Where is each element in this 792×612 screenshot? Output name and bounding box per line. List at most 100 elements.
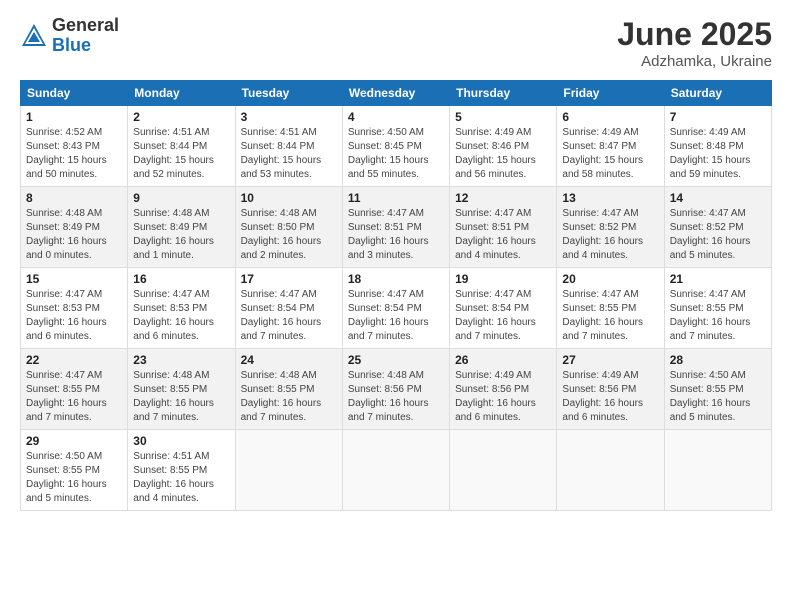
day-number: 12 [455, 191, 551, 205]
day-info: Sunrise: 4:47 AM Sunset: 8:55 PM Dayligh… [562, 288, 658, 344]
day-number: 21 [670, 272, 766, 286]
logo-blue: Blue [52, 36, 119, 56]
day-number: 15 [26, 272, 122, 286]
header-cell-thursday: Thursday [450, 81, 557, 106]
logo: General Blue [20, 16, 119, 56]
calendar-cell: 18 Sunrise: 4:47 AM Sunset: 8:54 PM Dayli… [342, 268, 449, 349]
week-row-5: 29Sunrise: 4:50 AM Sunset: 8:55 PM Dayli… [21, 430, 772, 511]
day-number: 17 [241, 272, 337, 286]
calendar-cell: 28Sunrise: 4:50 AM Sunset: 8:55 PM Dayli… [664, 349, 771, 430]
header-cell-wednesday: Wednesday [342, 81, 449, 106]
day-info: Sunrise: 4:48 AM Sunset: 8:55 PM Dayligh… [133, 369, 229, 425]
day-info: Sunrise: 4:49 AM Sunset: 8:47 PM Dayligh… [562, 126, 658, 182]
day-info: Sunrise: 4:47 AM Sunset: 8:52 PM Dayligh… [562, 207, 658, 263]
day-info: Sunrise: 4:49 AM Sunset: 8:56 PM Dayligh… [455, 369, 551, 425]
day-number: 1 [26, 110, 122, 124]
calendar-cell: 20 Sunrise: 4:47 AM Sunset: 8:55 PM Dayli… [557, 268, 664, 349]
calendar-cell: 19Sunrise: 4:47 AM Sunset: 8:54 PM Dayli… [450, 268, 557, 349]
day-number: 4 [348, 110, 444, 124]
day-number: 16 [133, 272, 229, 286]
day-number: 27 [562, 353, 658, 367]
calendar-cell: 12 Sunrise: 4:47 AM Sunset: 8:51 PM Dayli… [450, 187, 557, 268]
day-info: Sunrise: 4:48 AM Sunset: 8:56 PM Dayligh… [348, 369, 444, 425]
day-number: 13 [562, 191, 658, 205]
day-number: 11 [348, 191, 444, 205]
calendar-cell [342, 430, 449, 511]
calendar-body: 1Sunrise: 4:52 AM Sunset: 8:43 PM Daylig… [21, 106, 772, 511]
calendar-cell: 17 Sunrise: 4:47 AM Sunset: 8:54 PM Dayli… [235, 268, 342, 349]
day-info: Sunrise: 4:47 AM Sunset: 8:54 PM Dayligh… [348, 288, 444, 344]
day-number: 14 [670, 191, 766, 205]
calendar-cell: 6Sunrise: 4:49 AM Sunset: 8:47 PM Daylig… [557, 106, 664, 187]
day-info: Sunrise: 4:47 AM Sunset: 8:51 PM Dayligh… [455, 207, 551, 263]
header-row: SundayMondayTuesdayWednesdayThursdayFrid… [21, 81, 772, 106]
calendar-cell: 8 Sunrise: 4:48 AM Sunset: 8:49 PM Daylig… [21, 187, 128, 268]
week-row-2: 8 Sunrise: 4:48 AM Sunset: 8:49 PM Daylig… [21, 187, 772, 268]
calendar-cell [450, 430, 557, 511]
day-number: 25 [348, 353, 444, 367]
day-number: 29 [26, 434, 122, 448]
calendar-cell: 1Sunrise: 4:52 AM Sunset: 8:43 PM Daylig… [21, 106, 128, 187]
day-info: Sunrise: 4:48 AM Sunset: 8:49 PM Dayligh… [26, 207, 122, 263]
day-number: 18 [348, 272, 444, 286]
calendar-cell: 2Sunrise: 4:51 AM Sunset: 8:44 PM Daylig… [128, 106, 235, 187]
calendar-header: SundayMondayTuesdayWednesdayThursdayFrid… [21, 81, 772, 106]
day-number: 22 [26, 353, 122, 367]
calendar-cell: 9Sunrise: 4:48 AM Sunset: 8:49 PM Daylig… [128, 187, 235, 268]
month-title: June 2025 [617, 16, 772, 53]
logo-icon [20, 22, 48, 50]
calendar-cell: 10 Sunrise: 4:48 AM Sunset: 8:50 PM Dayli… [235, 187, 342, 268]
week-row-3: 15 Sunrise: 4:47 AM Sunset: 8:53 PM Dayli… [21, 268, 772, 349]
calendar-cell: 23 Sunrise: 4:48 AM Sunset: 8:55 PM Dayli… [128, 349, 235, 430]
calendar-cell: 22 Sunrise: 4:47 AM Sunset: 8:55 PM Dayli… [21, 349, 128, 430]
day-info: Sunrise: 4:48 AM Sunset: 8:55 PM Dayligh… [241, 369, 337, 425]
calendar-cell [235, 430, 342, 511]
day-info: Sunrise: 4:49 AM Sunset: 8:46 PM Dayligh… [455, 126, 551, 182]
header-cell-monday: Monday [128, 81, 235, 106]
day-number: 7 [670, 110, 766, 124]
day-info: Sunrise: 4:51 AM Sunset: 8:44 PM Dayligh… [241, 126, 337, 182]
day-info: Sunrise: 4:47 AM Sunset: 8:54 PM Dayligh… [241, 288, 337, 344]
day-number: 30 [133, 434, 229, 448]
calendar-cell: 13 Sunrise: 4:47 AM Sunset: 8:52 PM Dayli… [557, 187, 664, 268]
calendar-cell: 14 Sunrise: 4:47 AM Sunset: 8:52 PM Dayli… [664, 187, 771, 268]
calendar-cell: 24 Sunrise: 4:48 AM Sunset: 8:55 PM Dayli… [235, 349, 342, 430]
day-info: Sunrise: 4:47 AM Sunset: 8:53 PM Dayligh… [26, 288, 122, 344]
day-number: 5 [455, 110, 551, 124]
calendar-cell: 3Sunrise: 4:51 AM Sunset: 8:44 PM Daylig… [235, 106, 342, 187]
calendar-cell: 26Sunrise: 4:49 AM Sunset: 8:56 PM Dayli… [450, 349, 557, 430]
day-number: 24 [241, 353, 337, 367]
day-info: Sunrise: 4:48 AM Sunset: 8:49 PM Dayligh… [133, 207, 229, 263]
header-cell-tuesday: Tuesday [235, 81, 342, 106]
day-info: Sunrise: 4:47 AM Sunset: 8:54 PM Dayligh… [455, 288, 551, 344]
calendar-cell: 21 Sunrise: 4:47 AM Sunset: 8:55 PM Dayli… [664, 268, 771, 349]
day-number: 20 [562, 272, 658, 286]
week-row-1: 1Sunrise: 4:52 AM Sunset: 8:43 PM Daylig… [21, 106, 772, 187]
day-number: 23 [133, 353, 229, 367]
page: General Blue June 2025 Adzhamka, Ukraine… [0, 0, 792, 612]
day-info: Sunrise: 4:47 AM Sunset: 8:55 PM Dayligh… [26, 369, 122, 425]
day-info: Sunrise: 4:47 AM Sunset: 8:52 PM Dayligh… [670, 207, 766, 263]
day-info: Sunrise: 4:47 AM Sunset: 8:55 PM Dayligh… [670, 288, 766, 344]
logo-text: General Blue [52, 16, 119, 56]
day-info: Sunrise: 4:50 AM Sunset: 8:55 PM Dayligh… [670, 369, 766, 425]
day-info: Sunrise: 4:47 AM Sunset: 8:51 PM Dayligh… [348, 207, 444, 263]
title-block: June 2025 Adzhamka, Ukraine [617, 16, 772, 70]
calendar-cell: 29Sunrise: 4:50 AM Sunset: 8:55 PM Dayli… [21, 430, 128, 511]
calendar-cell: 27 Sunrise: 4:49 AM Sunset: 8:56 PM Dayli… [557, 349, 664, 430]
calendar-table: SundayMondayTuesdayWednesdayThursdayFrid… [20, 80, 772, 511]
calendar-cell: 4 Sunrise: 4:50 AM Sunset: 8:45 PM Daylig… [342, 106, 449, 187]
header-cell-saturday: Saturday [664, 81, 771, 106]
calendar-cell: 11 Sunrise: 4:47 AM Sunset: 8:51 PM Dayli… [342, 187, 449, 268]
day-info: Sunrise: 4:49 AM Sunset: 8:56 PM Dayligh… [562, 369, 658, 425]
day-info: Sunrise: 4:49 AM Sunset: 8:48 PM Dayligh… [670, 126, 766, 182]
calendar-cell: 15 Sunrise: 4:47 AM Sunset: 8:53 PM Dayli… [21, 268, 128, 349]
day-number: 10 [241, 191, 337, 205]
calendar-cell: 5 Sunrise: 4:49 AM Sunset: 8:46 PM Daylig… [450, 106, 557, 187]
location-title: Adzhamka, Ukraine [617, 53, 772, 70]
day-number: 8 [26, 191, 122, 205]
day-info: Sunrise: 4:50 AM Sunset: 8:45 PM Dayligh… [348, 126, 444, 182]
day-info: Sunrise: 4:48 AM Sunset: 8:50 PM Dayligh… [241, 207, 337, 263]
header-cell-friday: Friday [557, 81, 664, 106]
day-number: 2 [133, 110, 229, 124]
